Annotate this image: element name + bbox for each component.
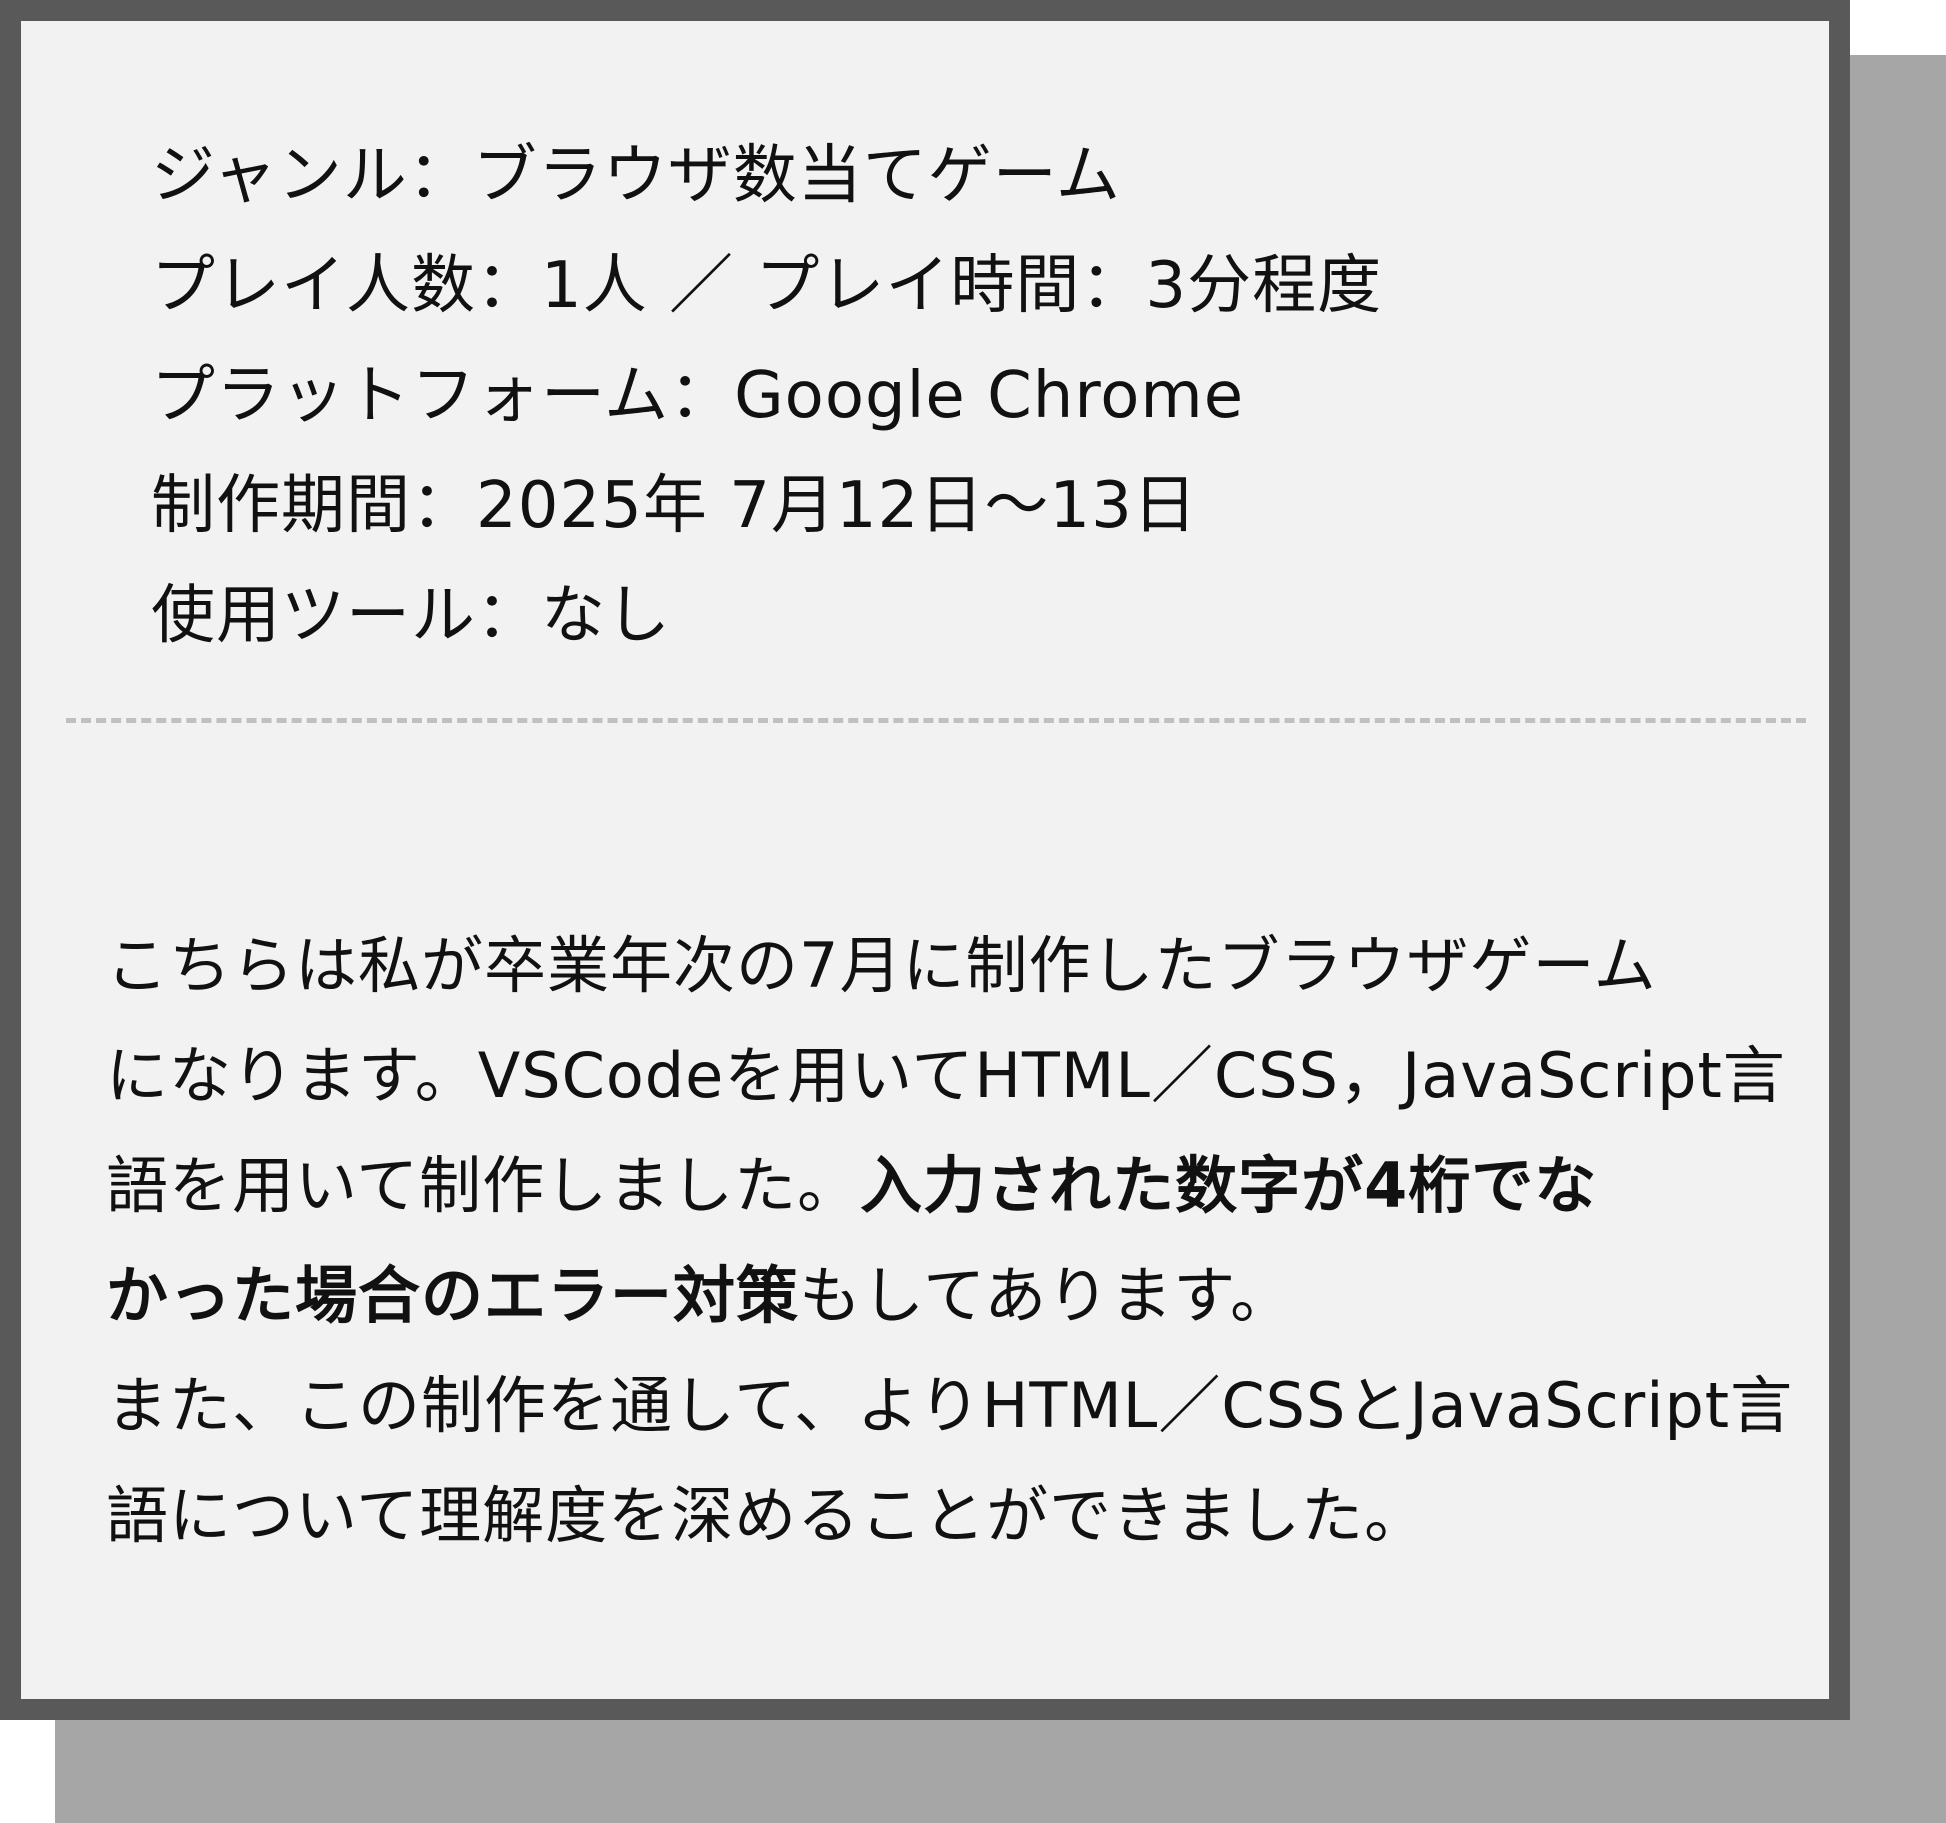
description-line: 語について理解度を深めることができました。 — [106, 1479, 1428, 1552]
description-line: また、この制作を通して、よりHTML／CSSとJavaScript言 — [106, 1369, 1794, 1442]
description-text-normal: もしてあります。 — [799, 1259, 1294, 1332]
description-text: こちらは私が卒業年次の7月に制作したブラウザゲーム になります。VSCodeを用… — [106, 911, 1806, 1571]
description-text-normal: 語を用いて制作しました。 — [106, 1149, 861, 1222]
period-line: 制作期間：2025年 7月12日～13日 — [151, 469, 1198, 543]
genre-line: ジャンル：ブラウザ数当てゲーム — [151, 139, 1121, 213]
info-card: ジャンル：ブラウザ数当てゲーム プレイ人数：1人 ／ プレイ時間：3分程度 プラ… — [0, 0, 1850, 1720]
platform-line: プラットフォーム：Google Chrome — [151, 359, 1245, 433]
players-time-line: プレイ人数：1人 ／ プレイ時間：3分程度 — [151, 249, 1383, 323]
tools-line: 使用ツール：なし — [151, 579, 671, 653]
description-line: こちらは私が卒業年次の7月に制作したブラウザゲーム — [106, 929, 1657, 1002]
description-line: になります。VSCodeを用いてHTML／CSS，JavaScript言 — [106, 1039, 1786, 1112]
description-line: かった場合のエラー対策もしてあります。 — [106, 1241, 1806, 1351]
description-text-bold: 入力された数字が4桁でな — [860, 1149, 1598, 1222]
section-divider — [66, 718, 1806, 728]
game-info-list: ジャンル：ブラウザ数当てゲーム プレイ人数：1人 ／ プレイ時間：3分程度 プラ… — [151, 121, 1382, 671]
description-line: 語を用いて制作しました。入力された数字が4桁でな — [106, 1131, 1806, 1241]
description-text-bold: かった場合のエラー対策 — [106, 1259, 800, 1332]
